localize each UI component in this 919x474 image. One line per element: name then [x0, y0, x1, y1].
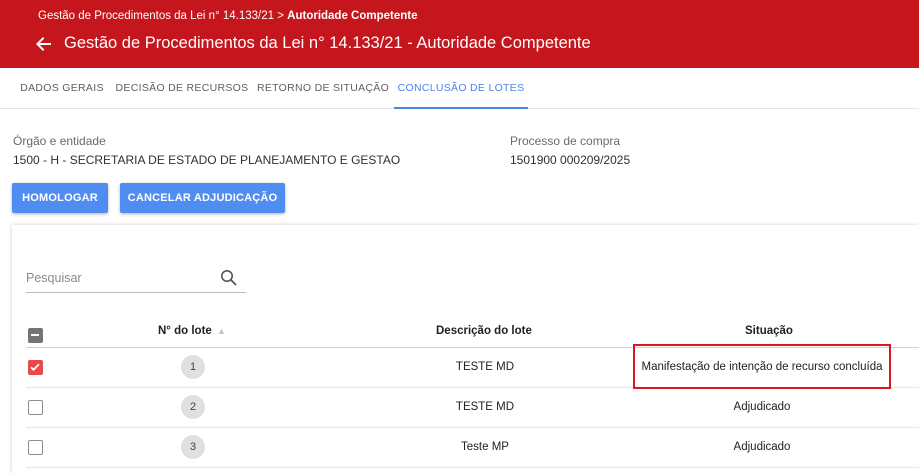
processo-value: 1501900 000209/2025: [510, 153, 631, 167]
processo-label: Processo de compra: [510, 134, 621, 148]
column-header-descricao: Descrição do lote: [436, 325, 532, 337]
lot-status: Adjudicado: [733, 441, 791, 453]
lot-description: TESTE MD: [455, 361, 515, 373]
row-divider: [26, 427, 919, 428]
row-checkbox[interactable]: [28, 400, 43, 415]
tab-dados-gerais[interactable]: DADOS GERAIS: [14, 68, 110, 109]
back-arrow-icon[interactable]: [36, 36, 52, 52]
column-header-lote-label: N° do lote: [158, 325, 212, 337]
column-header-lote[interactable]: N° do lote ▲: [158, 325, 226, 337]
search-icon[interactable]: [220, 269, 237, 286]
lot-number-badge: 1: [181, 355, 205, 379]
lot-description: TESTE MD: [455, 401, 515, 413]
breadcrumb-current: Autoridade Competente: [287, 10, 418, 22]
lot-number-badge: 3: [181, 435, 205, 459]
title-row: Gestão de Procedimentos da Lei n° 14.133…: [36, 34, 591, 53]
lot-status: Adjudicado: [733, 401, 791, 413]
lot-description: Teste MP: [461, 441, 509, 453]
check-icon: [30, 363, 40, 371]
tab-conclusao-de-lotes[interactable]: CONCLUSÃO DE LOTES: [394, 68, 528, 109]
app-header: Gestão de Procedimentos da Lei n° 14.133…: [0, 0, 919, 68]
orgao-value: 1500 - H - SECRETARIA DE ESTADO DE PLANE…: [13, 153, 401, 167]
search-field: [26, 263, 246, 293]
orgao-label: Órgão e entidade: [13, 134, 106, 148]
cancelar-adjudicacao-button[interactable]: CANCELAR ADJUDICAÇÃO: [120, 183, 285, 213]
breadcrumb-parent[interactable]: Gestão de Procedimentos da Lei n° 14.133…: [38, 10, 287, 22]
column-header-situacao: Situação: [745, 325, 793, 337]
tab-decisao-de-recursos[interactable]: DECISÃO DE RECURSOS: [114, 68, 250, 109]
tab-bar: DADOS GERAIS DECISÃO DE RECURSOS RETORNO…: [0, 68, 919, 109]
search-input[interactable]: [26, 267, 206, 289]
row-checkbox[interactable]: [28, 360, 43, 375]
status-highlight-box: [633, 344, 891, 389]
lot-number-badge: 2: [181, 395, 205, 419]
breadcrumb: Gestão de Procedimentos da Lei n° 14.133…: [38, 10, 418, 22]
homologar-button[interactable]: HOMOLOGAR: [12, 183, 108, 213]
tab-retorno-de-situacao[interactable]: RETORNO DE SITUAÇÃO: [254, 68, 392, 109]
sort-ascending-icon[interactable]: ▲: [217, 326, 226, 336]
row-divider: [26, 467, 919, 468]
select-all-checkbox[interactable]: [28, 328, 43, 343]
row-checkbox[interactable]: [28, 440, 43, 455]
page-title: Gestão de Procedimentos da Lei n° 14.133…: [64, 34, 591, 52]
